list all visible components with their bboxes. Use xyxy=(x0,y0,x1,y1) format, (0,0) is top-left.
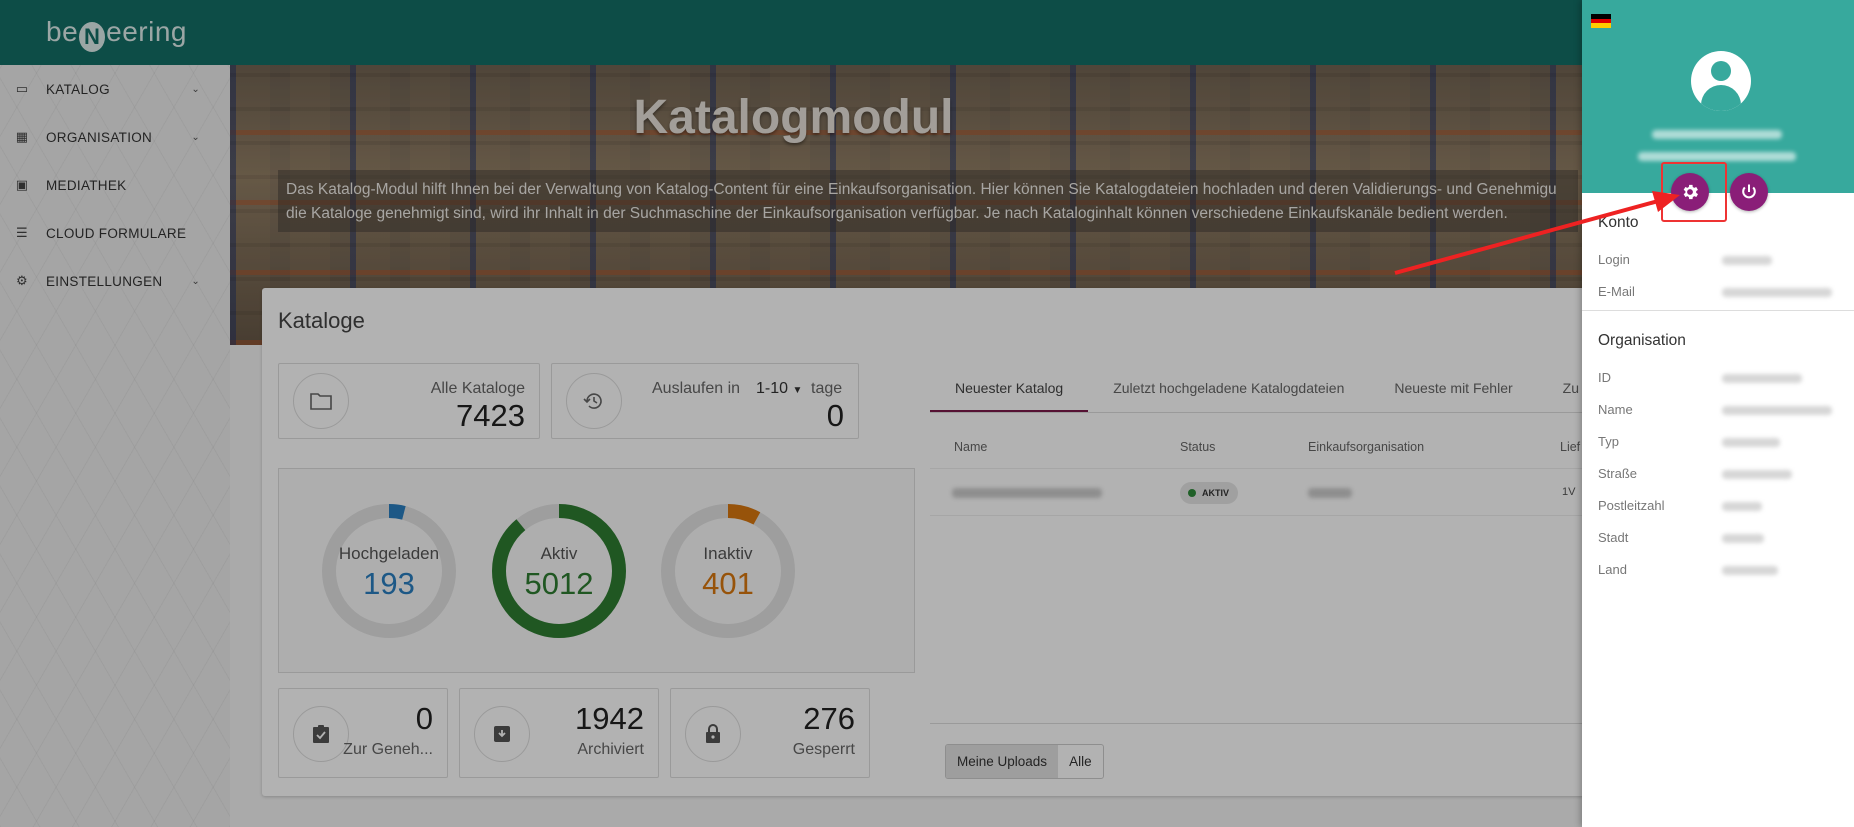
org-row-value-redacted xyxy=(1722,502,1762,511)
avatar xyxy=(1691,51,1751,111)
logout-button[interactable] xyxy=(1730,173,1768,211)
power-icon xyxy=(1742,184,1756,199)
org-title: Organisation xyxy=(1598,332,1686,349)
org-row-label: Land xyxy=(1598,562,1627,577)
user-panel: Konto Login E-Mail Organisation ID Name Typ… xyxy=(1582,0,1854,827)
section-divider xyxy=(1582,310,1854,311)
konto-row-value-redacted xyxy=(1722,288,1832,297)
org-row-value-redacted xyxy=(1722,470,1792,479)
org-row-value-redacted xyxy=(1722,566,1778,575)
org-row-label: Typ xyxy=(1598,434,1619,449)
org-row-value-redacted xyxy=(1722,438,1780,447)
org-row-value-redacted xyxy=(1722,534,1764,543)
org-row-label: Name xyxy=(1598,402,1633,417)
user-email-redacted xyxy=(1638,152,1796,161)
user-name-redacted xyxy=(1652,130,1782,139)
konto-title: Konto xyxy=(1598,214,1639,231)
konto-row-label: Login xyxy=(1598,252,1630,267)
org-row-label: ID xyxy=(1598,370,1611,385)
org-row-label: Stadt xyxy=(1598,530,1629,545)
konto-row-value-redacted xyxy=(1722,256,1772,265)
konto-row-label: E-Mail xyxy=(1598,284,1635,299)
org-row-value-redacted xyxy=(1722,406,1832,415)
org-row-label: Straße xyxy=(1598,466,1638,481)
language-flag-icon[interactable] xyxy=(1591,14,1611,28)
org-row-label: Postleitzahl xyxy=(1598,498,1665,513)
highlight-box xyxy=(1661,162,1727,222)
modal-backdrop[interactable] xyxy=(0,0,1582,827)
org-row-value-redacted xyxy=(1722,374,1802,383)
